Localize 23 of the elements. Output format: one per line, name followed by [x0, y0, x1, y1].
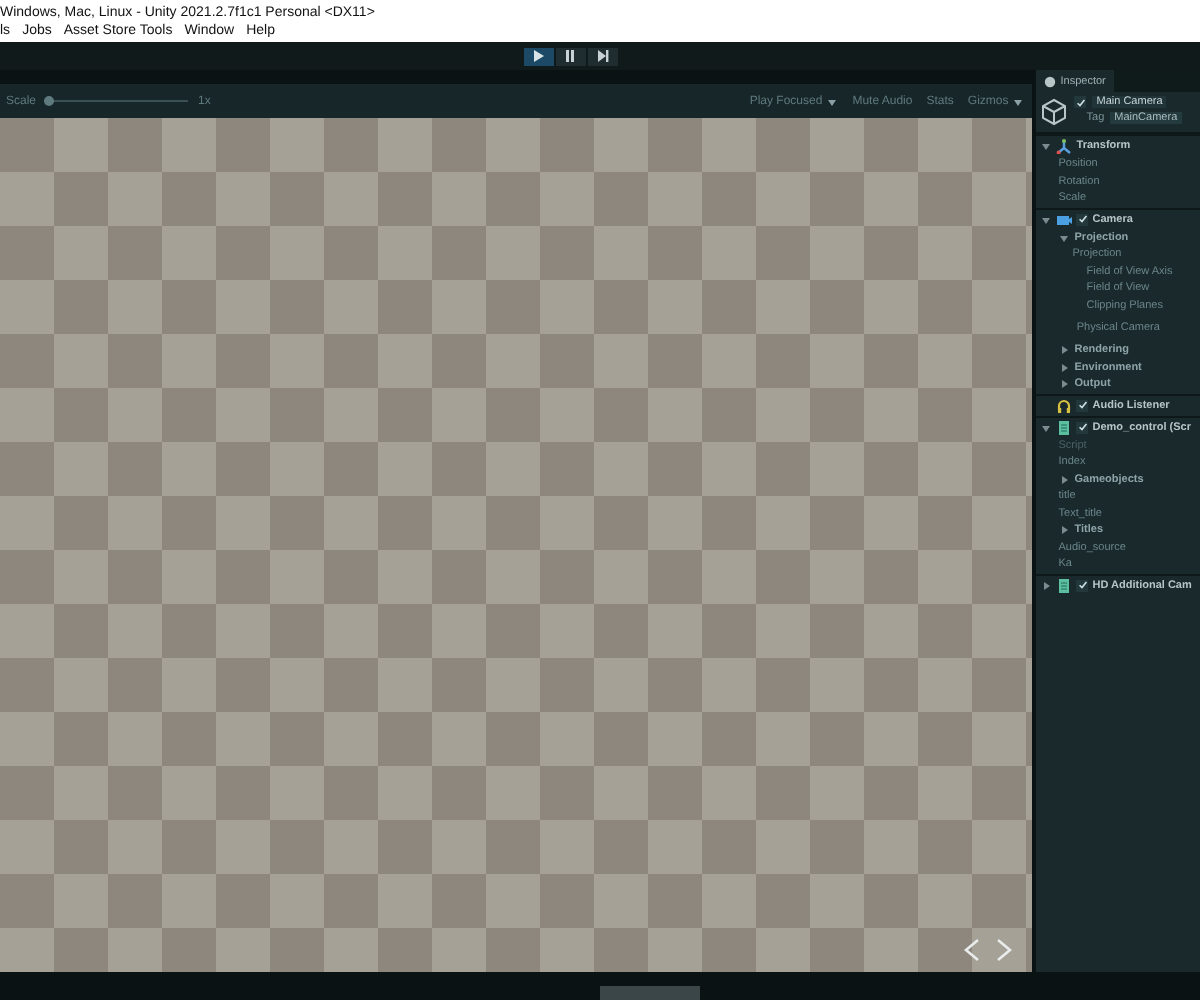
cube-icon — [1040, 98, 1069, 126]
headphones-icon — [1056, 397, 1073, 413]
pause-icon — [560, 46, 580, 66]
script-icon — [1056, 419, 1073, 435]
component-checkbox[interactable] — [1076, 399, 1089, 411]
component-checkbox[interactable] — [1076, 213, 1089, 225]
camera-icon — [1056, 211, 1073, 227]
component-checkbox[interactable] — [1076, 579, 1089, 591]
slider-thumb[interactable] — [44, 96, 55, 106]
caret-icon — [826, 95, 839, 107]
step-button[interactable] — [587, 47, 617, 65]
caret-icon — [1012, 95, 1025, 107]
play-icon — [528, 46, 548, 66]
active-checkbox[interactable] — [1074, 96, 1087, 108]
pause-button[interactable] — [555, 47, 585, 65]
info-icon — [1044, 75, 1057, 87]
axes-icon — [1056, 138, 1073, 154]
play-button[interactable] — [523, 47, 553, 65]
chevron-arrows-icon — [960, 936, 1017, 964]
script-icon — [1056, 577, 1073, 593]
step-icon — [592, 46, 612, 66]
component-checkbox[interactable] — [1076, 421, 1089, 433]
scrollbar-thumb[interactable] — [600, 986, 700, 1000]
